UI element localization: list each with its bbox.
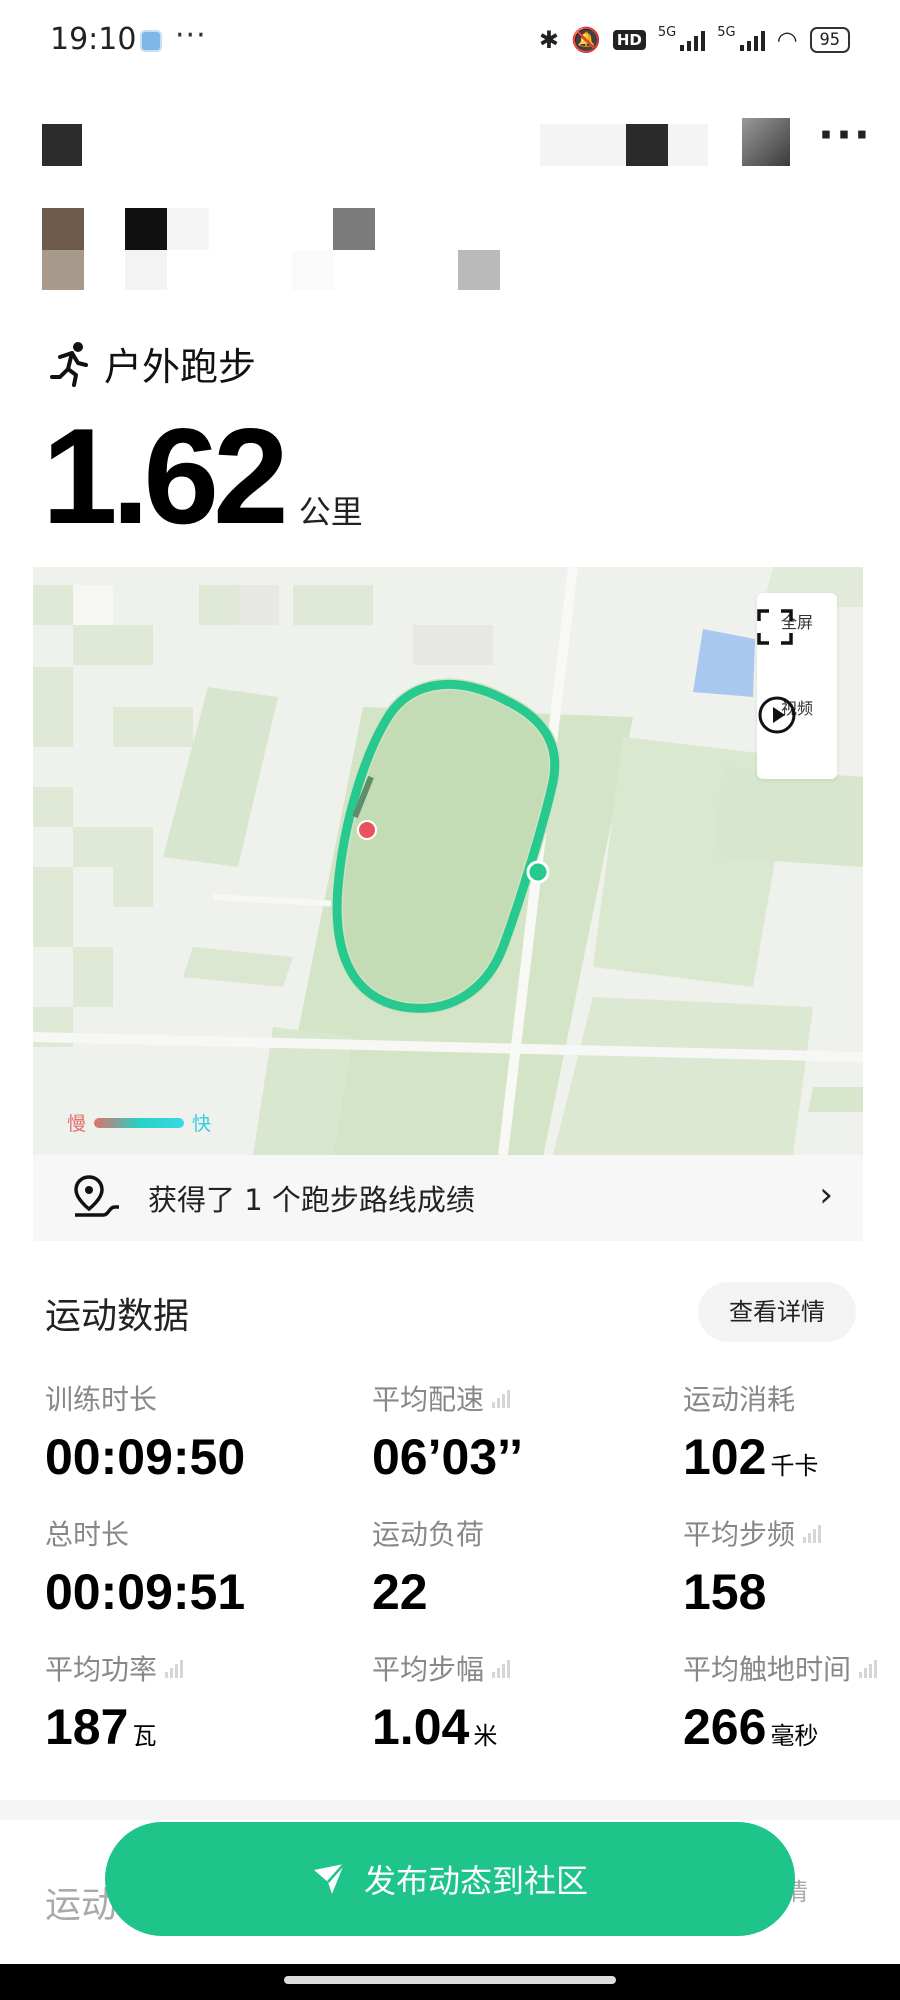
network-5g-label-2: 5G: [717, 24, 736, 40]
route-banner-text: 获得了 1 个跑步路线成绩: [148, 1183, 475, 1217]
battery-icon: 95: [809, 27, 850, 53]
header-blur-1: [540, 124, 626, 166]
stat-label: 平均步频: [683, 1513, 822, 1553]
status-bar: 19:10 ··· ✱ 🔕 HD 5G 5G ◠ 95: [0, 0, 900, 80]
wifi-icon: ◠: [776, 26, 798, 54]
app-notification-icon: [140, 30, 162, 52]
signal-icon: [680, 29, 706, 51]
stat-total-duration: 总时长 00:09:51: [45, 1513, 245, 1621]
back-button[interactable]: [42, 124, 82, 166]
map-controls: 全屏 视频: [757, 593, 837, 779]
stats-section-title: 运动数据: [45, 1296, 190, 1337]
trend-chart-icon: [803, 1523, 822, 1543]
signal-icon-2: [739, 29, 765, 51]
stat-avg-cadence[interactable]: 平均步频 158: [683, 1513, 822, 1621]
user-blur-2: [167, 208, 209, 250]
stat-avg-stride[interactable]: 平均步幅 1.04 米: [372, 1648, 511, 1756]
stat-label: 平均配速: [372, 1378, 523, 1418]
trend-chart-icon: [859, 1658, 878, 1678]
activity-type-label: 户外跑步: [104, 345, 257, 389]
stat-value: 00:09:51: [45, 1564, 246, 1620]
header-blur-2: [626, 124, 668, 166]
legend-fast: 快: [192, 1113, 212, 1135]
trend-chart-icon: [165, 1658, 184, 1678]
trend-chart-icon: [492, 1658, 511, 1678]
trend-chart-icon: [492, 1388, 511, 1408]
stat-avg-pace[interactable]: 平均配速 06’03’’: [372, 1378, 523, 1486]
user-blur-4: [333, 208, 375, 250]
home-indicator[interactable]: [284, 1976, 616, 1984]
stat-value: 1.04 米: [372, 1699, 498, 1755]
mute-bell-icon: 🔕: [570, 26, 601, 54]
publish-label: 发布动态到社区: [363, 1862, 588, 1900]
stat-value: 187 瓦: [45, 1699, 157, 1755]
user-blur-3: [125, 250, 167, 290]
user-blur-6: [458, 250, 500, 290]
stat-label: 平均步幅: [372, 1648, 511, 1688]
more-options-icon[interactable]: ···: [818, 110, 872, 159]
stat-label: 运动消耗: [683, 1383, 796, 1416]
network-5g-label: 5G: [657, 24, 677, 40]
stat-label: 运动负荷: [372, 1518, 485, 1551]
route-achievement-banner[interactable]: 获得了 1 个跑步路线成绩 ›: [33, 1155, 863, 1241]
status-more-icon: ···: [175, 18, 207, 53]
map-canvas: [33, 567, 863, 1155]
avatar: [42, 208, 84, 250]
pace-legend: 慢 快: [67, 1109, 211, 1136]
section-divider: [0, 1800, 900, 1820]
legend-gradient-bar: [94, 1117, 185, 1128]
share-icon[interactable]: [742, 118, 790, 166]
stat-training-duration: 训练时长 00:09:50: [45, 1378, 245, 1486]
stat-label: 平均功率: [45, 1648, 184, 1688]
stat-value: 266 毫秒: [683, 1699, 819, 1755]
user-blur-1: [125, 208, 167, 250]
stat-label: 训练时长: [45, 1383, 158, 1416]
stat-calories: 运动消耗 102 千卡: [683, 1378, 818, 1486]
stat-value: 00:09:50: [45, 1429, 246, 1485]
view-details-button[interactable]: 查看详情: [698, 1282, 856, 1342]
stat-value: 102 千卡: [683, 1429, 819, 1485]
stat-training-load: 运动负荷 22: [372, 1513, 484, 1621]
status-indicators: ✱ 🔕 HD 5G 5G ◠ 95: [538, 24, 850, 54]
stat-value: 06’03’’: [372, 1429, 524, 1485]
status-time: 19:10: [50, 22, 137, 57]
header-blur-3: [668, 124, 708, 166]
system-nav-bar: [0, 1964, 900, 2000]
video-button[interactable]: 视频: [757, 695, 837, 734]
hd-icon: HD: [612, 30, 646, 50]
fullscreen-icon: [757, 609, 793, 645]
bluetooth-icon: ✱: [538, 26, 559, 54]
stat-label: 平均触地时间: [683, 1648, 878, 1688]
activity-type-row: 户外跑步: [48, 336, 256, 391]
publish-to-community-button[interactable]: 发布动态到社区: [105, 1822, 795, 1936]
distance-value: 1.62: [42, 400, 289, 552]
stat-value: 22: [372, 1564, 428, 1620]
route-pin-icon: [74, 1175, 119, 1217]
stat-ground-contact[interactable]: 平均触地时间 266 毫秒: [683, 1648, 878, 1756]
play-icon: [758, 696, 796, 734]
distance-display: 1.62 公里: [42, 398, 363, 554]
chevron-right-icon: ›: [819, 1175, 833, 1215]
running-icon: [50, 341, 88, 387]
route-map[interactable]: 全屏 视频 慢 快: [33, 567, 863, 1155]
stat-avg-power[interactable]: 平均功率 187 瓦: [45, 1648, 184, 1756]
stat-value: 158: [683, 1564, 767, 1620]
user-blur-5: [292, 250, 334, 290]
legend-slow: 慢: [67, 1113, 87, 1135]
fullscreen-button[interactable]: 全屏: [757, 609, 837, 645]
distance-unit: 公里: [298, 493, 363, 531]
stat-label: 总时长: [45, 1518, 130, 1551]
send-icon: [313, 1863, 345, 1894]
avatar-blur: [42, 250, 84, 290]
